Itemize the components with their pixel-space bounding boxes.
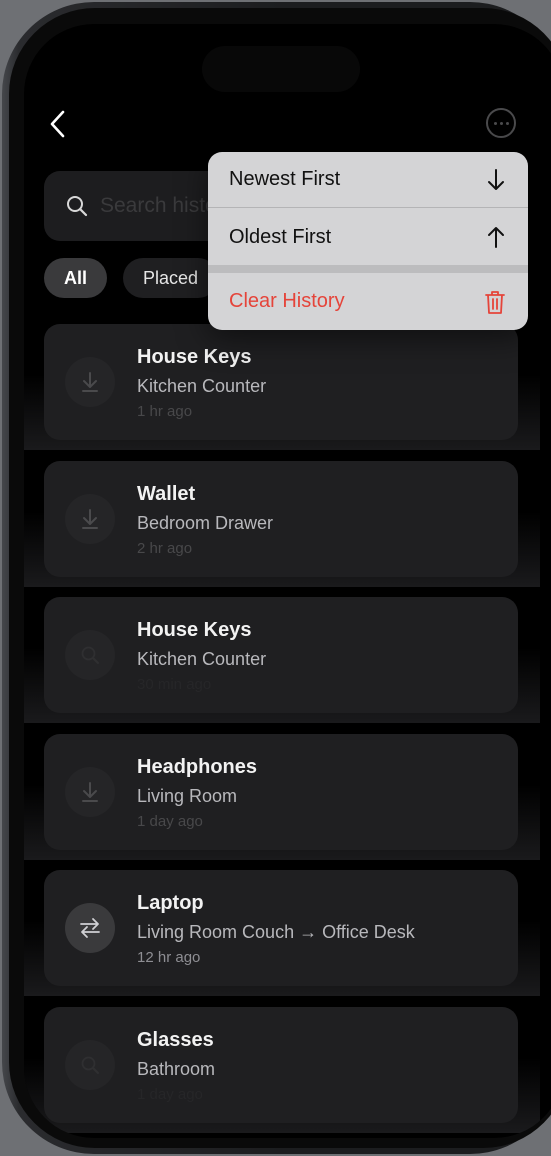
list-item: Wallet Bedroom Drawer 2 hr ago xyxy=(24,460,540,587)
item-location: Bedroom Drawer xyxy=(137,512,274,533)
arrow-down-to-line-icon xyxy=(65,357,115,407)
item-location: Living Room xyxy=(137,785,238,806)
history-card[interactable]: House Keys Kitchen Counter 30 min ago xyxy=(44,597,518,713)
list-item: House Keys Kitchen Counter 1 hr ago xyxy=(24,324,540,450)
search-icon xyxy=(65,1039,115,1090)
list-item: Glasses Bathroom 1 day ago xyxy=(24,1006,540,1133)
item-location: Living Room Couch → Office Desk xyxy=(137,922,415,942)
back-button[interactable] xyxy=(38,104,78,144)
arrow-up-icon xyxy=(488,227,504,248)
arrow-down-icon xyxy=(488,168,504,190)
history-card[interactable]: Glasses Bathroom 1 day ago xyxy=(44,1006,518,1123)
ellipsis-dot xyxy=(499,121,503,125)
history-card[interactable]: Laptop Living Room Couch → Office Desk 1… xyxy=(44,870,518,986)
more-options-button[interactable] xyxy=(486,108,516,138)
menu-divider xyxy=(208,265,528,273)
item-time: 12 hr ago xyxy=(137,949,201,966)
item-title: House Keys xyxy=(137,619,252,641)
list-item: Laptop Living Room Couch → Office Desk 1… xyxy=(24,870,540,996)
history-list: House Keys Kitchen Counter 1 hr ago Wall… xyxy=(24,324,551,1138)
list-item: House Keys Kitchen Counter 30 min ago xyxy=(24,597,540,723)
item-time: 1 day ago xyxy=(137,1085,203,1103)
item-title: Headphones xyxy=(137,755,258,778)
dynamic-island xyxy=(202,46,360,92)
filter-chip-all[interactable]: All xyxy=(44,258,108,298)
history-card[interactable]: House Keys Kitchen Counter 1 hr ago xyxy=(44,324,518,440)
item-time: 1 hr ago xyxy=(137,403,193,420)
item-title: Wallet xyxy=(137,482,196,505)
search-icon xyxy=(65,630,115,680)
sort-menu: Newest First Oldest First Clear History xyxy=(208,152,528,330)
filter-chips: All Placed xyxy=(44,258,219,298)
trash-icon xyxy=(485,290,505,314)
item-title: Glasses xyxy=(137,1028,214,1051)
menu-item-label: Clear History xyxy=(229,290,345,312)
item-title: Laptop xyxy=(137,892,204,914)
ellipsis-circle-icon xyxy=(493,121,497,125)
chevron-left-icon xyxy=(50,110,65,138)
arrows-left-right-icon xyxy=(65,903,115,953)
item-location: Kitchen Counter xyxy=(137,649,267,669)
arrow-down-to-line-icon xyxy=(65,766,115,817)
filter-chip-placed[interactable]: Placed xyxy=(123,258,219,298)
menu-item-label: Newest First xyxy=(229,168,341,190)
menu-item-clear-history[interactable]: Clear History xyxy=(208,273,528,330)
item-title: House Keys xyxy=(137,346,252,368)
item-location: Bathroom xyxy=(137,1058,216,1079)
menu-item-oldest-first[interactable]: Oldest First xyxy=(208,209,528,265)
ellipsis-dot xyxy=(505,121,509,125)
search-icon xyxy=(67,196,88,217)
arrow-down-to-line-icon xyxy=(65,493,115,544)
item-time: 1 day ago xyxy=(137,812,203,830)
item-time: 30 min ago xyxy=(137,676,212,693)
list-item: Headphones Living Room 1 day ago xyxy=(24,733,540,860)
history-card[interactable]: Headphones Living Room 1 day ago xyxy=(44,733,518,850)
menu-item-newest-first[interactable]: Newest First xyxy=(208,152,528,208)
history-card[interactable]: Wallet Bedroom Drawer 2 hr ago xyxy=(44,460,518,577)
item-time: 2 hr ago xyxy=(137,539,193,557)
menu-item-label: Oldest First xyxy=(229,225,332,248)
item-location: Kitchen Counter xyxy=(137,376,267,396)
